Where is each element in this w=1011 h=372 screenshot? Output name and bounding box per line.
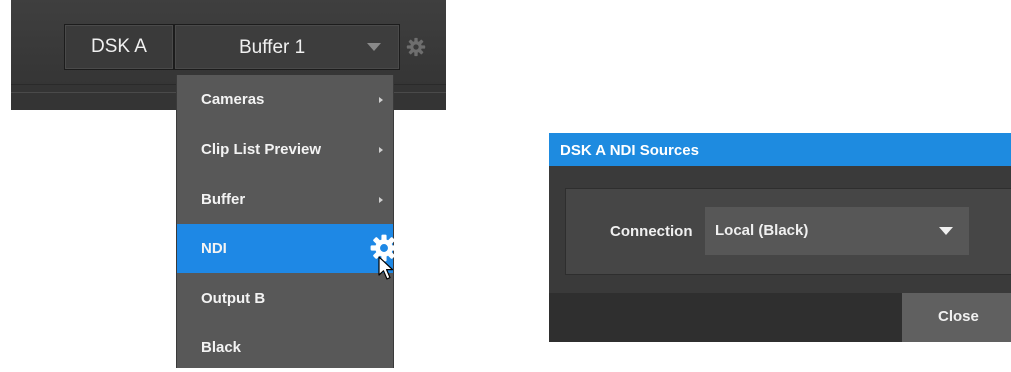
gear-icon[interactable] [406,37,426,57]
menu-item-black[interactable]: Black [177,323,393,372]
connection-select-value: Local (Black) [715,222,809,239]
source-select[interactable]: Buffer 1 [174,24,400,70]
chevron-down-icon [367,43,381,51]
chevron-right-icon [379,97,383,103]
menu-item-buffer[interactable]: Buffer [177,175,393,224]
dialog-title: DSK A NDI Sources [560,142,699,159]
source-select-value: Buffer 1 [239,37,306,58]
chevron-right-icon [379,147,383,153]
dialog-footer: Close [549,293,1011,342]
connection-select[interactable]: Local (Black) [705,207,969,255]
mouse-pointer-icon [378,256,394,280]
menu-item-label: Output B [201,290,266,307]
menu-item-label: Buffer [201,191,246,208]
menu-item-cameras[interactable]: Cameras [177,75,393,124]
chevron-down-icon [939,227,953,235]
ndi-sources-dialog: DSK A NDI Sources Connection Local (Blac… [549,133,1011,342]
dsk-label: DSK A [64,24,174,70]
menu-item-label: Clip List Preview [201,141,322,158]
close-button[interactable]: Close [902,293,1011,342]
menu-item-label: Cameras [201,91,265,108]
connection-group: Connection Local (Black) [565,188,1011,275]
close-button-label: Close [938,308,979,325]
menu-item-ndi[interactable]: NDI [177,224,398,273]
menu-item-label: NDI [201,240,227,257]
menu-item-output-b[interactable]: Output B [177,274,393,323]
source-menu: Cameras Clip List Preview Buffer NDI Out… [176,75,398,368]
menu-item-clip-list-preview[interactable]: Clip List Preview [177,125,393,174]
connection-label: Connection [610,223,693,240]
chevron-right-icon [379,197,383,203]
dialog-title-bar: DSK A NDI Sources [549,133,1011,166]
dsk-label-text: DSK A [91,36,147,57]
menu-item-label: Black [201,339,242,356]
